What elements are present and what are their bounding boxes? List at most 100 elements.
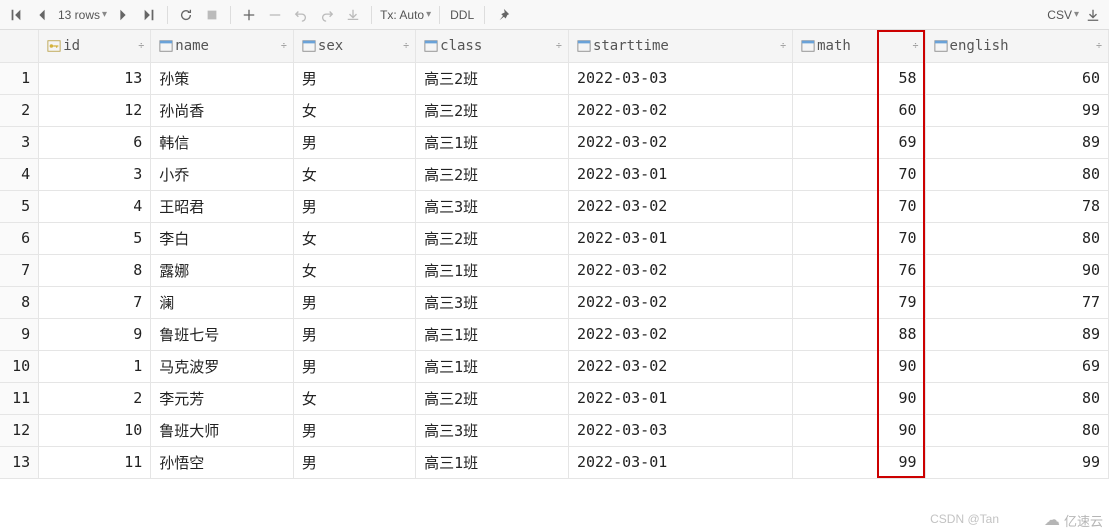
cell-name[interactable]: 澜: [151, 286, 294, 318]
cell-class[interactable]: 高三2班: [416, 62, 569, 94]
cell-sex[interactable]: 男: [293, 350, 415, 382]
cell-name[interactable]: 小乔: [151, 158, 294, 190]
add-row-button[interactable]: [237, 3, 261, 27]
row-number-cell[interactable]: 2: [0, 94, 39, 126]
cell-starttime[interactable]: 2022-03-02: [568, 286, 792, 318]
row-number-cell[interactable]: 11: [0, 382, 39, 414]
next-page-button[interactable]: [111, 3, 135, 27]
cell-math[interactable]: 58: [793, 62, 925, 94]
sort-indicator-icon[interactable]: ÷: [1096, 40, 1102, 51]
cell-class[interactable]: 高三2班: [416, 222, 569, 254]
cell-math[interactable]: 90: [793, 350, 925, 382]
cell-starttime[interactable]: 2022-03-02: [568, 190, 792, 222]
table-row[interactable]: 212孙尚香女高三2班2022-03-026099: [0, 94, 1109, 126]
cell-id[interactable]: 3: [39, 158, 151, 190]
first-page-button[interactable]: [4, 3, 28, 27]
row-count-combo[interactable]: 13 rows ▾: [56, 8, 109, 22]
sort-indicator-icon[interactable]: ÷: [913, 40, 919, 51]
row-number-cell[interactable]: 7: [0, 254, 39, 286]
column-header-english[interactable]: english÷: [925, 30, 1108, 62]
cell-name[interactable]: 李元芳: [151, 382, 294, 414]
cell-math[interactable]: 70: [793, 190, 925, 222]
cell-starttime[interactable]: 2022-03-01: [568, 222, 792, 254]
cell-class[interactable]: 高三2班: [416, 382, 569, 414]
cell-english[interactable]: 80: [925, 222, 1108, 254]
cell-starttime[interactable]: 2022-03-02: [568, 126, 792, 158]
cell-class[interactable]: 高三1班: [416, 254, 569, 286]
cell-name[interactable]: 孙悟空: [151, 446, 294, 478]
column-header-math[interactable]: math÷: [793, 30, 925, 62]
cell-class[interactable]: 高三3班: [416, 286, 569, 318]
cell-starttime[interactable]: 2022-03-03: [568, 414, 792, 446]
row-number-cell[interactable]: 5: [0, 190, 39, 222]
cell-math[interactable]: 70: [793, 158, 925, 190]
sort-indicator-icon[interactable]: ÷: [138, 40, 144, 51]
cell-name[interactable]: 李白: [151, 222, 294, 254]
cell-id[interactable]: 8: [39, 254, 151, 286]
delete-row-button[interactable]: [263, 3, 287, 27]
cell-sex[interactable]: 女: [293, 94, 415, 126]
revert-button[interactable]: [289, 3, 313, 27]
row-number-cell[interactable]: 9: [0, 318, 39, 350]
sort-indicator-icon[interactable]: ÷: [403, 40, 409, 51]
table-row[interactable]: 101马克波罗男高三1班2022-03-029069: [0, 350, 1109, 382]
cell-id[interactable]: 10: [39, 414, 151, 446]
tx-mode-combo[interactable]: Tx: Auto ▾: [378, 8, 433, 22]
cell-english[interactable]: 69: [925, 350, 1108, 382]
cell-id[interactable]: 6: [39, 126, 151, 158]
cell-name[interactable]: 露娜: [151, 254, 294, 286]
cell-sex[interactable]: 男: [293, 190, 415, 222]
cell-math[interactable]: 88: [793, 318, 925, 350]
table-row[interactable]: 43小乔女高三2班2022-03-017080: [0, 158, 1109, 190]
download-button[interactable]: [1081, 3, 1105, 27]
cell-id[interactable]: 5: [39, 222, 151, 254]
redo-button[interactable]: [315, 3, 339, 27]
table-row[interactable]: 36韩信男高三1班2022-03-026989: [0, 126, 1109, 158]
row-number-cell[interactable]: 3: [0, 126, 39, 158]
cell-class[interactable]: 高三2班: [416, 158, 569, 190]
row-number-cell[interactable]: 12: [0, 414, 39, 446]
cell-math[interactable]: 60: [793, 94, 925, 126]
cell-starttime[interactable]: 2022-03-01: [568, 382, 792, 414]
table-row[interactable]: 113孙策男高三2班2022-03-035860: [0, 62, 1109, 94]
cell-math[interactable]: 69: [793, 126, 925, 158]
cell-name[interactable]: 鲁班大师: [151, 414, 294, 446]
row-number-header[interactable]: [0, 30, 39, 62]
cell-id[interactable]: 11: [39, 446, 151, 478]
table-row[interactable]: 87澜男高三3班2022-03-027977: [0, 286, 1109, 318]
sort-indicator-icon[interactable]: ÷: [556, 40, 562, 51]
last-page-button[interactable]: [137, 3, 161, 27]
cell-starttime[interactable]: 2022-03-01: [568, 446, 792, 478]
cell-id[interactable]: 13: [39, 62, 151, 94]
cell-id[interactable]: 9: [39, 318, 151, 350]
cell-english[interactable]: 99: [925, 446, 1108, 478]
column-header-id[interactable]: id÷: [39, 30, 151, 62]
column-header-name[interactable]: name÷: [151, 30, 294, 62]
result-table[interactable]: id÷name÷sex÷class÷starttime÷math÷english…: [0, 30, 1109, 479]
commit-button[interactable]: [341, 3, 365, 27]
cell-english[interactable]: 99: [925, 94, 1108, 126]
ddl-button[interactable]: DDL: [446, 8, 478, 22]
cell-id[interactable]: 7: [39, 286, 151, 318]
cell-starttime[interactable]: 2022-03-02: [568, 254, 792, 286]
cell-sex[interactable]: 男: [293, 62, 415, 94]
cell-class[interactable]: 高三1班: [416, 446, 569, 478]
cell-math[interactable]: 76: [793, 254, 925, 286]
cell-math[interactable]: 90: [793, 382, 925, 414]
cell-starttime[interactable]: 2022-03-02: [568, 350, 792, 382]
row-number-cell[interactable]: 1: [0, 62, 39, 94]
cell-class[interactable]: 高三2班: [416, 94, 569, 126]
cell-english[interactable]: 60: [925, 62, 1108, 94]
cell-sex[interactable]: 男: [293, 286, 415, 318]
table-row[interactable]: 1210鲁班大师男高三3班2022-03-039080: [0, 414, 1109, 446]
refresh-button[interactable]: [174, 3, 198, 27]
row-number-cell[interactable]: 10: [0, 350, 39, 382]
table-row[interactable]: 54王昭君男高三3班2022-03-027078: [0, 190, 1109, 222]
cell-english[interactable]: 80: [925, 158, 1108, 190]
cell-name[interactable]: 韩信: [151, 126, 294, 158]
column-header-class[interactable]: class÷: [416, 30, 569, 62]
table-row[interactable]: 78露娜女高三1班2022-03-027690: [0, 254, 1109, 286]
row-number-cell[interactable]: 4: [0, 158, 39, 190]
cell-name[interactable]: 孙策: [151, 62, 294, 94]
cell-math[interactable]: 90: [793, 414, 925, 446]
